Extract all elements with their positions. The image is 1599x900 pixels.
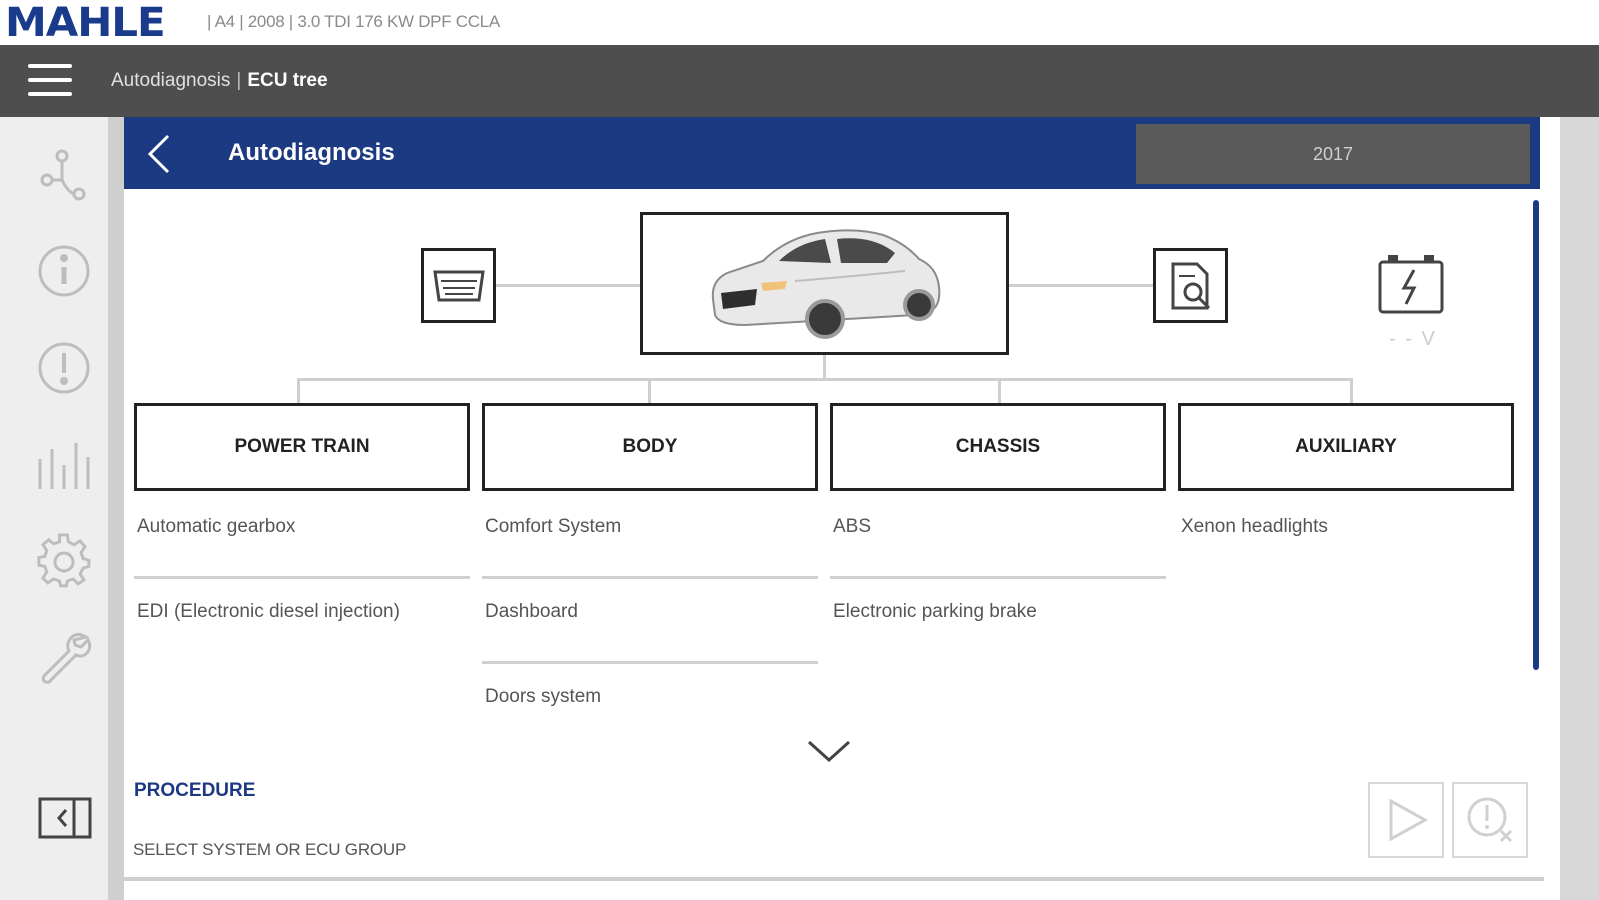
ecu-item[interactable]: Electronic parking brake [830, 579, 1166, 664]
wrench-icon[interactable] [29, 622, 99, 692]
ecu-item-label: Automatic gearbox [137, 516, 296, 537]
obd-connector-button[interactable] [421, 248, 496, 323]
warning-icon[interactable] [29, 333, 99, 403]
clear-errors-button[interactable] [1452, 782, 1528, 858]
panel-title: Autodiagnosis [228, 139, 395, 166]
ecu-item[interactable]: Doors system [482, 664, 818, 749]
procedure-text: SELECT SYSTEM OR ECU GROUP [133, 840, 407, 859]
group-chassis-button[interactable]: CHASSIS [830, 403, 1166, 491]
report-search-button[interactable] [1153, 248, 1228, 323]
battery-icon [1376, 252, 1446, 317]
topology-icon[interactable] [29, 140, 99, 210]
ecu-item[interactable]: Xenon headlights [1178, 494, 1514, 579]
breadcrumb-current: ECU tree [247, 70, 328, 91]
scrollbar[interactable] [1533, 200, 1539, 670]
connector-line [823, 355, 826, 379]
play-button[interactable] [1368, 782, 1444, 858]
chart-icon[interactable] [29, 430, 99, 500]
right-edge [1560, 117, 1599, 900]
ecu-item-label: Electronic parking brake [833, 601, 1037, 622]
group-power-train-button[interactable]: POWER TRAIN [134, 403, 470, 491]
group-auxiliary-button[interactable]: AUXILIARY [1178, 403, 1514, 491]
ecu-item[interactable]: ABS [830, 494, 1166, 579]
mahle-logo: MAHLE [5, 0, 166, 46]
connector-line [998, 378, 1001, 403]
gear-icon[interactable] [29, 526, 99, 596]
connector-line [1009, 284, 1153, 287]
ecu-item-label: ABS [833, 516, 872, 537]
connector-line [1350, 378, 1353, 403]
sidebar [0, 117, 108, 900]
car-icon [711, 228, 940, 339]
info-icon[interactable] [29, 236, 99, 306]
back-chevron-icon[interactable] [140, 134, 180, 174]
connector-line [648, 378, 651, 403]
ecu-item-label: Comfort System [485, 516, 622, 537]
ecu-item-label: EDI (Electronic diesel injection) [137, 601, 400, 622]
group-body-button[interactable]: BODY [482, 403, 818, 491]
year-display: 2017 [1136, 124, 1530, 184]
ecu-item[interactable]: Dashboard [482, 579, 818, 664]
sidebar-divider [108, 117, 124, 900]
connector-line [297, 378, 300, 403]
breadcrumb: Autodiagnosis | ECU tree [111, 70, 328, 92]
brand-bar: MAHLE | A4 | 2008 | 3.0 TDI 176 KW DPF C… [0, 0, 1599, 46]
connector-line [496, 284, 640, 287]
panel-bottom-border [124, 877, 1544, 881]
vehicle-info: | A4 | 2008 | 3.0 TDI 176 KW DPF CCLA [207, 12, 500, 31]
ecu-item[interactable]: EDI (Electronic diesel injection) [134, 579, 470, 664]
ecu-item-label: Xenon headlights [1181, 516, 1328, 537]
ecu-item-label: Dashboard [485, 601, 578, 622]
top-header: Autodiagnosis | ECU tree [0, 45, 1599, 117]
battery-voltage: - - V [1389, 328, 1437, 350]
clear-error-icon [1467, 797, 1513, 843]
connector-line [297, 378, 1353, 381]
breadcrumb-parent[interactable]: Autodiagnosis [111, 70, 230, 91]
breadcrumb-separator: | [236, 70, 242, 91]
ecu-item[interactable]: Automatic gearbox [134, 494, 470, 579]
ecu-item-label: Doors system [485, 686, 602, 707]
chevron-down-icon[interactable] [805, 736, 853, 766]
collapse-sidebar-icon[interactable] [38, 797, 92, 839]
procedure-label: PROCEDURE [134, 780, 256, 801]
ecu-item[interactable]: Comfort System [482, 494, 818, 579]
play-icon [1389, 798, 1429, 842]
document-search-icon [1171, 262, 1210, 309]
vehicle-image [640, 212, 1009, 355]
hamburger-menu-icon[interactable] [28, 64, 72, 98]
obd-connector-icon [432, 270, 485, 301]
